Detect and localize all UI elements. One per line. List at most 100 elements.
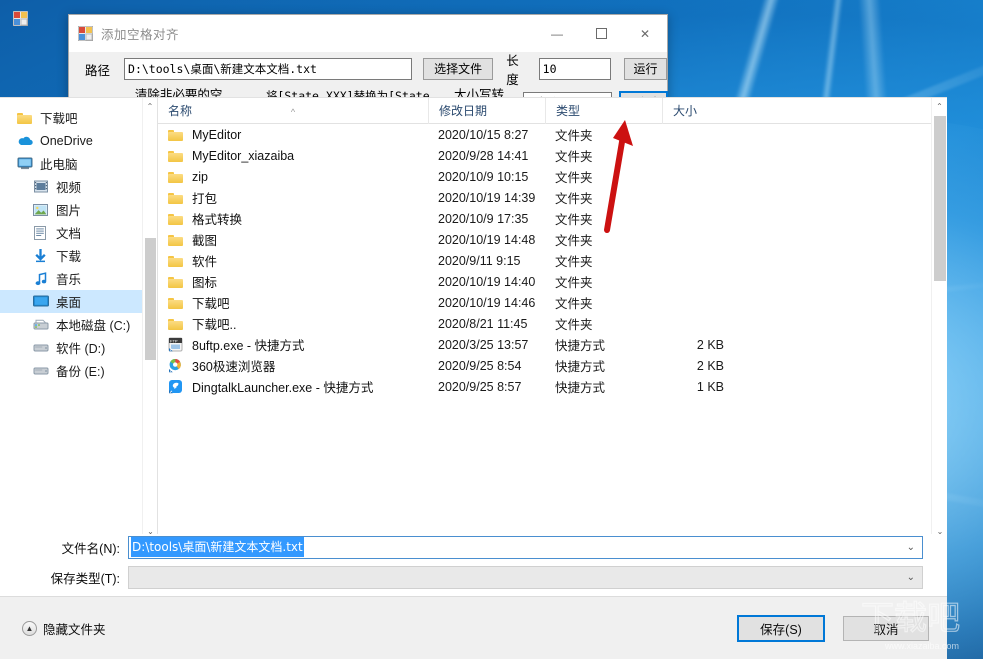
sidebar-item-1[interactable]: OneDrive xyxy=(0,129,157,152)
file-icon xyxy=(168,318,186,330)
run-button[interactable]: 运行 xyxy=(624,58,667,80)
scroll-up-icon[interactable]: ⌃ xyxy=(932,98,947,114)
column-header-type[interactable]: 类型 xyxy=(545,98,662,124)
choose-file-button[interactable]: 选择文件 xyxy=(422,58,494,80)
sidebar-item-icon xyxy=(32,365,49,376)
sidebar-item-2[interactable]: 此电脑 xyxy=(0,152,157,175)
sidebar-item-icon xyxy=(32,248,49,263)
file-list-scrollbar[interactable]: ⌃ ⌄ xyxy=(931,98,947,539)
file-name-cell: 图标 xyxy=(158,272,428,291)
file-type: 文件夹 xyxy=(555,129,593,143)
close-button[interactable]: ✕ xyxy=(623,15,667,52)
file-name: 打包 xyxy=(192,192,218,206)
file-size: 2 KB xyxy=(696,337,724,352)
sidebar-item-0[interactable]: 下载吧 xyxy=(0,106,157,129)
sidebar-item-10[interactable]: 软件 (D:) xyxy=(0,336,157,359)
sidebar-item-11[interactable]: 备份 (E:) xyxy=(0,359,157,382)
table-row[interactable]: MyEditor_xiazaiba 2020/9/28 14:41 文件夹 xyxy=(158,145,947,166)
cancel-button[interactable]: 取消 xyxy=(843,615,929,641)
file-name: 8uftp.exe - 快捷方式 xyxy=(192,339,305,353)
file-name-cell: 下载吧 xyxy=(158,293,428,312)
file-type: 文件夹 xyxy=(555,318,593,332)
file-icon: FTP xyxy=(168,337,186,352)
filename-value: D:\tools\桌面\新建文本文档.txt xyxy=(131,537,304,557)
minimize-button[interactable]: — xyxy=(535,15,579,52)
app-window-icon xyxy=(77,25,94,42)
filetype-select[interactable]: ⌄ xyxy=(128,565,923,589)
videos-icon xyxy=(33,180,48,193)
table-row[interactable]: 下载吧 2020/10/19 14:46 文件夹 xyxy=(158,292,947,313)
sidebar-item-7[interactable]: 音乐 xyxy=(0,267,157,290)
sidebar-scroll-thumb[interactable] xyxy=(145,238,156,360)
file-icon xyxy=(168,379,186,394)
length-input[interactable]: 10 xyxy=(538,58,612,80)
table-row[interactable]: 截图 2020/10/19 14:48 文件夹 xyxy=(158,229,947,250)
sidebar-item-icon xyxy=(32,180,49,193)
this-pc-icon xyxy=(17,157,33,170)
file-name: 截图 xyxy=(192,234,218,248)
table-row[interactable]: 格式转换 2020/10/9 17:35 文件夹 xyxy=(158,208,947,229)
file-name: zip xyxy=(192,169,208,184)
file-date: 2020/10/19 14:48 xyxy=(438,232,536,247)
table-row[interactable]: DingtalkLauncher.exe - 快捷方式 2020/9/25 8:5… xyxy=(158,376,947,397)
hide-folders-button[interactable]: ▲ 隐藏文件夹 xyxy=(22,619,106,638)
column-header-name[interactable]: ^ 名称 xyxy=(158,98,428,124)
sidebar-item-6[interactable]: 下载 xyxy=(0,244,157,267)
file-type: 文件夹 xyxy=(555,150,593,164)
table-row[interactable]: 360极速浏览器 2020/9/25 8:54 快捷方式 2 KB xyxy=(158,355,947,376)
app-titlebar[interactable]: 添加空格对齐 — ✕ xyxy=(69,15,667,52)
browser-shortcut-icon xyxy=(168,358,183,373)
save-as-form: 文件名(N): D:\tools\桌面\新建文本文档.txt ⌄ 保存类型(T)… xyxy=(0,534,947,596)
column-header-size[interactable]: 大小 xyxy=(662,98,742,124)
sidebar-scrollbar[interactable]: ⌃ ⌄ xyxy=(142,98,157,539)
table-row[interactable]: MyEditor 2020/10/15 8:27 文件夹 xyxy=(158,124,947,145)
sidebar-item-8[interactable]: 桌面 xyxy=(0,290,157,313)
sidebar-item-icon xyxy=(16,157,33,170)
app-window-controls: — ✕ xyxy=(535,15,667,52)
drive-icon xyxy=(33,365,49,376)
file-date: 2020/8/21 11:45 xyxy=(438,316,528,331)
sidebar-item-label: 此电脑 xyxy=(40,158,78,172)
maximize-button[interactable] xyxy=(579,15,623,52)
drive-icon xyxy=(33,342,49,353)
file-icon xyxy=(168,150,186,162)
file-icon xyxy=(168,213,186,225)
file-type: 快捷方式 xyxy=(555,339,606,353)
file-name: 下载吧.. xyxy=(192,318,237,332)
chevron-down-icon[interactable]: ⌄ xyxy=(907,572,915,583)
file-date: 2020/10/19 14:39 xyxy=(438,190,536,205)
file-name: 软件 xyxy=(192,255,218,269)
column-header-name-label: 名称 xyxy=(168,103,193,118)
sidebar-item-9[interactable]: 本地磁盘 (C:) xyxy=(0,313,157,336)
table-row[interactable]: zip 2020/10/9 10:15 文件夹 xyxy=(158,166,947,187)
file-name: 360极速浏览器 xyxy=(192,360,276,374)
table-row[interactable]: 下载吧.. 2020/8/21 11:45 文件夹 xyxy=(158,313,947,334)
table-row[interactable]: 打包 2020/10/19 14:39 文件夹 xyxy=(158,187,947,208)
table-row[interactable]: FTP 8uftp.exe - 快捷方式 2020/3/25 13:57 快捷方式 2 … xyxy=(158,334,947,355)
sidebar-item-3[interactable]: 视频 xyxy=(0,175,157,198)
file-name-cell: 360极速浏览器 xyxy=(158,356,428,375)
column-header-date[interactable]: 修改日期 xyxy=(428,98,545,124)
save-button[interactable]: 保存(S) xyxy=(737,614,825,642)
system-drive-icon xyxy=(33,318,49,331)
table-row[interactable]: 软件 2020/9/11 9:15 文件夹 xyxy=(158,250,947,271)
file-name: 格式转换 xyxy=(192,213,243,227)
file-list-scroll-thumb[interactable] xyxy=(934,116,946,281)
file-type: 文件夹 xyxy=(555,234,593,248)
file-type: 快捷方式 xyxy=(555,360,606,374)
onedrive-icon xyxy=(17,135,33,147)
filename-input[interactable]: D:\tools\桌面\新建文本文档.txt ⌄ xyxy=(128,535,923,559)
sidebar-item-5[interactable]: 文档 xyxy=(0,221,157,244)
sidebar-item-icon xyxy=(32,318,49,331)
file-icon xyxy=(168,192,186,204)
sidebar-item-icon xyxy=(16,135,33,147)
music-icon xyxy=(35,271,47,286)
sidebar-item-4[interactable]: 图片 xyxy=(0,198,157,221)
table-row[interactable]: 图标 2020/10/19 14:40 文件夹 xyxy=(158,271,947,292)
path-input[interactable]: D:\tools\桌面\新建文本文档.txt xyxy=(124,58,412,80)
scroll-up-icon[interactable]: ⌃ xyxy=(143,98,157,114)
file-name-cell: DingtalkLauncher.exe - 快捷方式 xyxy=(158,377,428,396)
chevron-down-icon[interactable]: ⌄ xyxy=(907,542,915,553)
navigation-pane: 下载吧 OneDrive 此电脑视频 图片 文档 下载 音乐 桌面 本地磁盘 (C:) 软件 (D… xyxy=(0,98,158,539)
desktop-icon xyxy=(32,295,49,308)
